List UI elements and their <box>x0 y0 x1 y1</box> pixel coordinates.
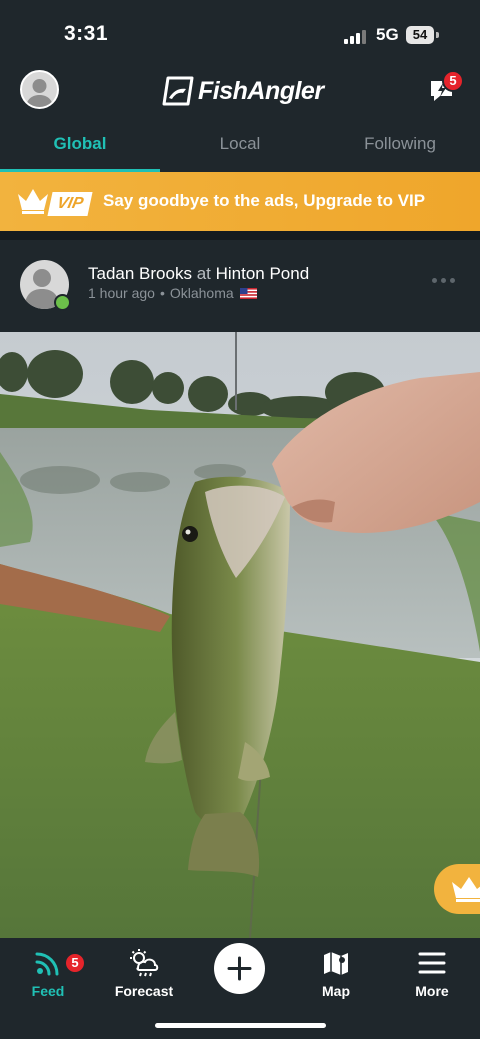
feed-badge: 5 <box>64 952 86 974</box>
post-time: 1 hour ago <box>88 285 155 301</box>
plus-icon <box>227 956 252 981</box>
us-flag-icon <box>239 287 257 299</box>
tab-global[interactable]: Global <box>0 120 160 172</box>
nav-more-label: More <box>415 983 449 999</box>
app-logo: FishAngler <box>162 75 324 107</box>
nav-map[interactable]: Map <box>296 948 376 999</box>
nav-map-label: Map <box>322 983 350 999</box>
app-name: FishAngler <box>198 76 324 105</box>
vip-floating-button[interactable] <box>434 864 480 914</box>
vip-upgrade-banner[interactable]: VIP Say goodbye to the ads, Upgrade to V… <box>0 172 480 231</box>
notification-badge: 5 <box>442 70 464 92</box>
fishangler-logo-icon <box>162 76 194 106</box>
post-region: Oklahoma <box>169 285 234 301</box>
nav-more[interactable]: More <box>392 948 472 999</box>
feed-tabs: Global Local Following <box>0 120 480 172</box>
meta-separator: • <box>159 285 165 301</box>
vip-tag: VIP <box>47 192 93 216</box>
post-header: Tadan Brooks at Hinton Pond 1 hour ago •… <box>0 240 480 332</box>
crown-icon <box>18 189 48 214</box>
at-word: at <box>196 264 211 283</box>
more-options-icon[interactable] <box>432 278 455 283</box>
nav-forecast-label: Forecast <box>114 983 174 999</box>
tab-following[interactable]: Following <box>320 120 480 172</box>
nav-feed[interactable]: Feed 5 <box>8 948 88 999</box>
person-icon <box>25 79 54 107</box>
online-status-icon <box>54 294 71 311</box>
section-divider <box>0 231 480 240</box>
status-time: 3:31 <box>64 22 109 45</box>
post-title: Tadan Brooks at Hinton Pond <box>88 264 309 284</box>
add-catch-button[interactable] <box>214 943 265 994</box>
crown-icon <box>452 877 480 902</box>
battery-icon: 54 <box>406 26 434 44</box>
tab-local[interactable]: Local <box>160 120 320 172</box>
status-bar: 3:31 5G 54 <box>0 0 480 62</box>
menu-icon <box>418 952 446 974</box>
nav-forecast[interactable]: Forecast <box>104 948 184 999</box>
post-meta: 1 hour ago • Oklahoma <box>88 285 257 301</box>
author-name[interactable]: Tadan Brooks <box>88 264 192 283</box>
signal-icon <box>344 28 368 44</box>
feed-icon <box>35 952 59 976</box>
catch-photo[interactable] <box>0 332 480 938</box>
home-indicator <box>155 1023 326 1028</box>
nav-feed-label: Feed <box>31 983 65 999</box>
network-type: 5G <box>376 25 399 44</box>
app-header: FishAngler 5 <box>0 62 480 120</box>
vip-banner-text: Say goodbye to the ads, Upgrade to VIP <box>103 191 426 210</box>
forecast-icon <box>130 949 159 977</box>
battery-nub <box>436 32 439 38</box>
location-name[interactable]: Hinton Pond <box>216 264 310 283</box>
profile-avatar[interactable] <box>20 70 59 109</box>
map-icon <box>324 952 348 975</box>
